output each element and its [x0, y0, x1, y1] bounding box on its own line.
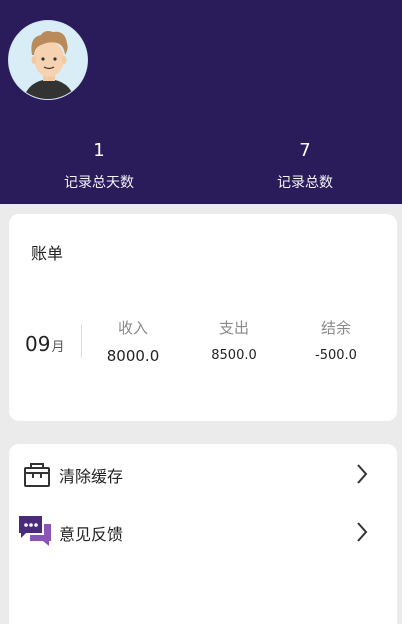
- stat-record-days: 1 记录总天数: [19, 138, 179, 194]
- stat-record-days-label: 记录总天数: [64, 175, 134, 191]
- cache-box-icon: [20, 458, 54, 492]
- chevron-right-icon: [355, 463, 369, 485]
- bill-expense: 支出 8500.0: [184, 318, 284, 366]
- stat-record-total-value: 7: [299, 140, 311, 161]
- bill-balance-label: 结余: [320, 319, 351, 337]
- menu-item-clear-cache[interactable]: 清除缓存: [9, 454, 397, 494]
- bill-title: 账单: [31, 244, 64, 263]
- bill-balance: 结余 -500.0: [286, 318, 386, 366]
- settings-menu: 清除缓存 意见反馈: [9, 444, 397, 624]
- bill-month-unit: 月: [51, 340, 65, 355]
- bill-expense-value: 8500.0: [211, 348, 257, 363]
- avatar-illustration: [9, 21, 87, 99]
- menu-item-clear-cache-label: 清除缓存: [59, 467, 124, 486]
- bill-card[interactable]: 账单 09月 收入 8000.0 支出 8500.0 结余 -500.0: [9, 214, 397, 421]
- menu-item-feedback-label: 意见反馈: [59, 525, 124, 544]
- bill-income: 收入 8000.0: [83, 318, 183, 366]
- bill-month[interactable]: 09月: [25, 332, 64, 356]
- feedback-chat-icon: [19, 516, 54, 550]
- bill-divider: [81, 324, 82, 358]
- bill-balance-value: -500.0: [315, 348, 357, 363]
- chevron-right-icon: [355, 521, 369, 543]
- profile-header: 1 记录总天数 7 记录总数: [0, 0, 402, 204]
- avatar[interactable]: [8, 20, 88, 100]
- stat-record-total-label: 记录总数: [277, 175, 333, 191]
- stat-record-days-value: 1: [93, 140, 105, 161]
- bill-month-value: 09: [25, 332, 51, 356]
- bill-income-label: 收入: [117, 319, 148, 337]
- bill-income-value: 8000.0: [106, 347, 160, 365]
- menu-item-feedback[interactable]: 意见反馈: [9, 512, 397, 552]
- bill-expense-label: 支出: [218, 319, 249, 337]
- stat-record-total: 7 记录总数: [225, 138, 385, 194]
